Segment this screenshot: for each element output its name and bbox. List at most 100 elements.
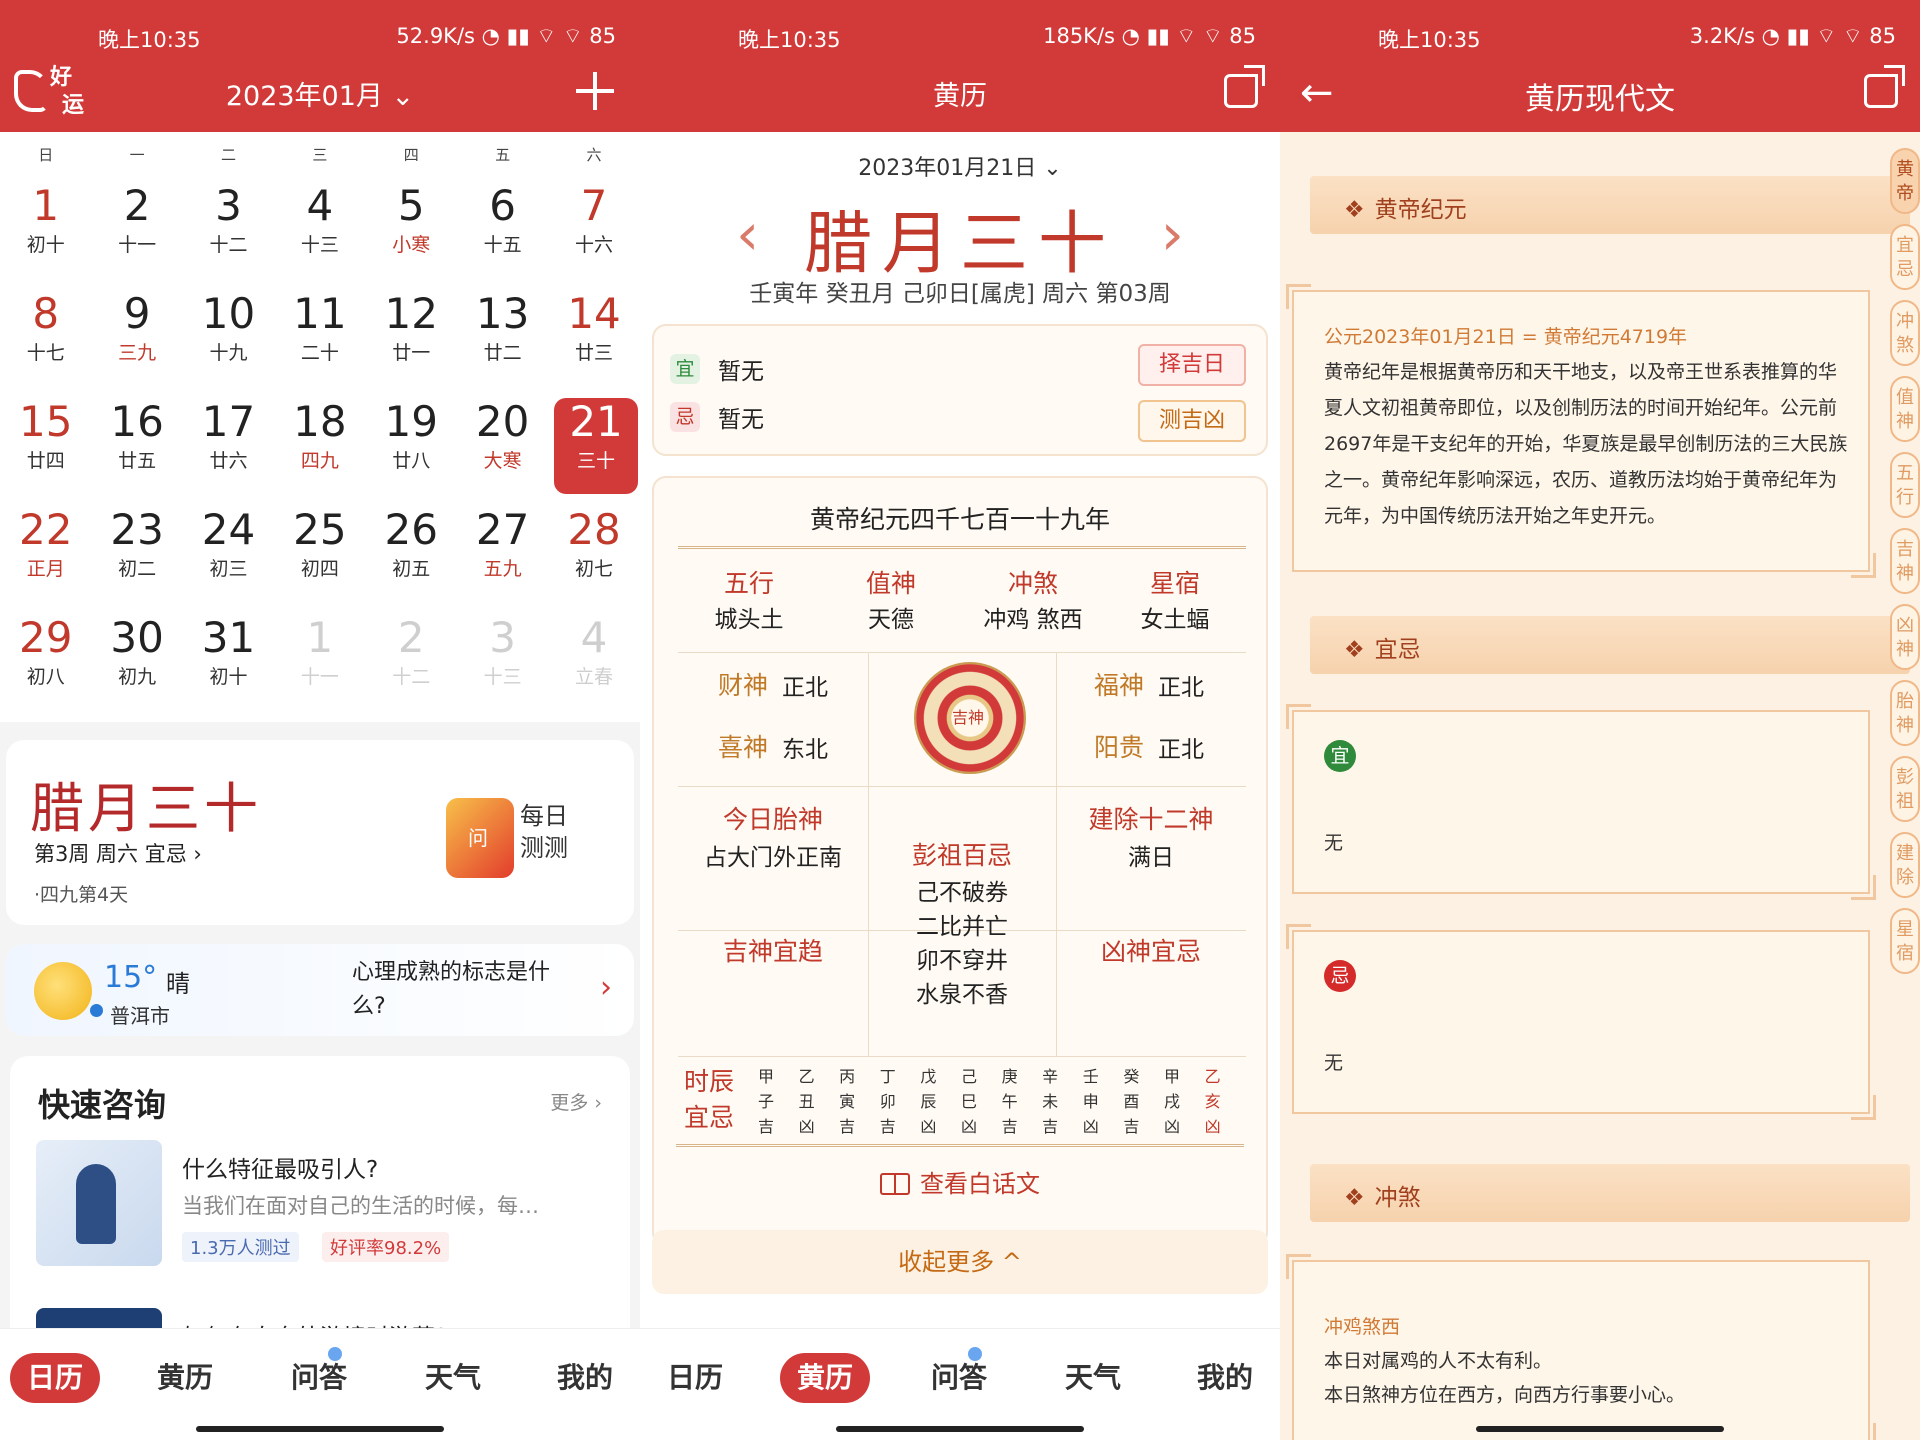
collapse-more-button[interactable]: 收起更多 ^ bbox=[652, 1230, 1268, 1294]
share-icon[interactable] bbox=[1224, 65, 1265, 108]
battery-icon: 85 bbox=[1229, 24, 1256, 48]
weather-question[interactable]: 心理成熟的标志是什么? bbox=[352, 956, 582, 1024]
calendar-day[interactable]: 12 廿一 bbox=[366, 290, 457, 398]
calendar-day[interactable]: 30 初九 bbox=[91, 614, 182, 722]
calendar-day[interactable]: 25 初四 bbox=[274, 506, 365, 614]
calendar-day[interactable]: 28 初七 bbox=[548, 506, 639, 614]
calendar-day[interactable]: 8 十七 bbox=[0, 290, 91, 398]
share-icon[interactable] bbox=[1864, 65, 1905, 108]
tab-calendar[interactable]: 日历 bbox=[10, 1353, 100, 1403]
fushen-value: 正北 bbox=[1158, 675, 1204, 701]
calendar-day[interactable]: 27 五九 bbox=[457, 506, 548, 614]
calendar-day[interactable]: 15 廿四 bbox=[0, 398, 91, 506]
notification-dot bbox=[328, 1347, 342, 1361]
side-tab[interactable]: 凶神 bbox=[1890, 604, 1920, 670]
calendar-day[interactable]: 6 十五 bbox=[457, 182, 548, 290]
side-tab[interactable]: 宜忌 bbox=[1890, 224, 1920, 290]
calendar-day[interactable]: 5 小寒 bbox=[366, 182, 457, 290]
calendar-day[interactable]: 17 廿六 bbox=[183, 398, 274, 506]
calendar-day[interactable]: 14 廿三 bbox=[548, 290, 639, 398]
side-tab[interactable]: 星宿 bbox=[1890, 908, 1920, 974]
weather-card[interactable]: 15° 晴 普洱市 心理成熟的标志是什么? › bbox=[6, 944, 634, 1036]
ceji-button[interactable]: 测吉凶 bbox=[1138, 400, 1246, 442]
calendar-day[interactable]: 3 十二 bbox=[183, 182, 274, 290]
next-day-icon[interactable]: › bbox=[1161, 200, 1184, 268]
consult-thumbnail[interactable] bbox=[36, 1140, 162, 1266]
zeji-button[interactable]: 择吉日 bbox=[1138, 344, 1246, 386]
calendar-day[interactable]: 26 初五 bbox=[366, 506, 457, 614]
calendar-day[interactable]: 4 十三 bbox=[274, 182, 365, 290]
side-tab[interactable]: 吉神 bbox=[1890, 528, 1920, 594]
side-tab[interactable]: 黄帝 bbox=[1890, 148, 1920, 214]
lunar-date-card[interactable]: 腊月三十 第3周 周六 宜忌 › ·四九第4天 问 每日 测测 bbox=[6, 740, 634, 925]
home-indicator[interactable] bbox=[1476, 1426, 1724, 1432]
home-indicator[interactable] bbox=[836, 1426, 1084, 1432]
calendar-day[interactable]: 19 廿八 bbox=[366, 398, 457, 506]
calendar-day[interactable]: 31 初十 bbox=[183, 614, 274, 722]
lunar-day: 廿二 bbox=[483, 342, 522, 364]
side-tab[interactable]: 值神 bbox=[1890, 376, 1920, 442]
pengzu-label: 彭祖百忌 bbox=[911, 841, 1012, 870]
calendar-day[interactable]: 7 十六 bbox=[548, 182, 639, 290]
calendar-day[interactable]: 10 十九 bbox=[183, 290, 274, 398]
home-indicator[interactable] bbox=[196, 1426, 444, 1432]
calendar-day[interactable]: 24 初三 bbox=[183, 506, 274, 614]
ji-circle-badge: 忌 bbox=[1324, 960, 1356, 992]
shichen-branch: 子 bbox=[757, 1092, 774, 1111]
calendar-day[interactable]: 4 立春 bbox=[548, 614, 639, 722]
month-selector[interactable]: 2023年01月 ⌄ bbox=[0, 74, 640, 113]
plus-icon[interactable] bbox=[576, 72, 614, 110]
calendar-day[interactable]: 13 廿二 bbox=[457, 290, 548, 398]
view-baihua-button[interactable]: 查看白话文 bbox=[640, 1164, 1280, 1199]
tab-weather[interactable]: 天气 bbox=[408, 1353, 498, 1403]
lunar-week-yiji[interactable]: 第3周 周六 宜忌 › bbox=[34, 838, 202, 868]
lunar-day: 初八 bbox=[26, 666, 65, 688]
luopan-compass-icon[interactable]: 吉神 bbox=[914, 662, 1026, 774]
calendar-day[interactable]: 29 初八 bbox=[0, 614, 91, 722]
tab-mine[interactable]: 我的 bbox=[540, 1353, 630, 1403]
calendar-day[interactable]: 22 正月 bbox=[0, 506, 91, 614]
tab-weather[interactable]: 天气 bbox=[1048, 1353, 1138, 1403]
calendar-day[interactable]: 20 大寒 bbox=[457, 398, 548, 506]
daily-test-button[interactable]: 问 每日 测测 bbox=[446, 798, 606, 878]
network-speed: 52.9K/s bbox=[396, 24, 475, 48]
shichen-luck: 吉 bbox=[879, 1117, 896, 1136]
side-tab[interactable]: 建除 bbox=[1890, 832, 1920, 898]
tab-calendar[interactable]: 日历 bbox=[650, 1353, 740, 1403]
day-number: 29 bbox=[18, 613, 73, 662]
tab-almanac[interactable]: 黄历 bbox=[780, 1353, 870, 1403]
shichen-column: 辛未吉 bbox=[1036, 1064, 1064, 1139]
calendar-day[interactable]: 11 二十 bbox=[274, 290, 365, 398]
side-tab[interactable]: 胎神 bbox=[1890, 680, 1920, 746]
lunar-day: 廿五 bbox=[118, 450, 157, 472]
calendar-day[interactable]: 2 十二 bbox=[366, 614, 457, 722]
battery-icon: 85 bbox=[589, 24, 616, 48]
tab-almanac[interactable]: 黄历 bbox=[140, 1353, 230, 1403]
calendar-day[interactable]: 3 十三 bbox=[457, 614, 548, 722]
day-number: 20 bbox=[475, 397, 530, 446]
calendar-day[interactable]: 18 四九 bbox=[274, 398, 365, 506]
calendar-day[interactable]: 9 三九 bbox=[91, 290, 182, 398]
tab-qa[interactable]: 问答 bbox=[914, 1347, 1004, 1403]
lunar-day: 三九 bbox=[118, 342, 157, 364]
side-tab[interactable]: 冲煞 bbox=[1890, 300, 1920, 366]
weekday-label: 五 bbox=[495, 146, 511, 164]
calendar-day[interactable]: 23 初二 bbox=[91, 506, 182, 614]
calendar-day[interactable]: 16 廿五 bbox=[91, 398, 182, 506]
tab-mine[interactable]: 我的 bbox=[1180, 1353, 1270, 1403]
compass-center-text: 吉神 bbox=[952, 708, 985, 727]
calendar-day[interactable]: 1 十一 bbox=[274, 614, 365, 722]
calendar-day[interactable]: 2 十一 bbox=[91, 182, 182, 290]
calendar-day[interactable]: 21 三十 bbox=[554, 398, 638, 494]
chevron-right-icon[interactable]: › bbox=[600, 970, 612, 1005]
consult-item-desc: 当我们在面对自己的生活的时候，每… bbox=[182, 1194, 539, 1218]
date-selector[interactable]: 2023年01月21日 ⌄ bbox=[640, 150, 1280, 182]
side-tab[interactable]: 五行 bbox=[1890, 452, 1920, 518]
tab-qa[interactable]: 问答 bbox=[274, 1347, 364, 1403]
consult-item-title[interactable]: 什么特征最吸引人? bbox=[182, 1150, 378, 1184]
lunar-day: 十七 bbox=[26, 342, 65, 364]
lunar-day: 二十 bbox=[300, 342, 339, 364]
consult-more-link[interactable]: 更多 › bbox=[550, 1088, 602, 1115]
side-tab[interactable]: 彭祖 bbox=[1890, 756, 1920, 822]
calendar-day[interactable]: 1 初十 bbox=[0, 182, 91, 290]
